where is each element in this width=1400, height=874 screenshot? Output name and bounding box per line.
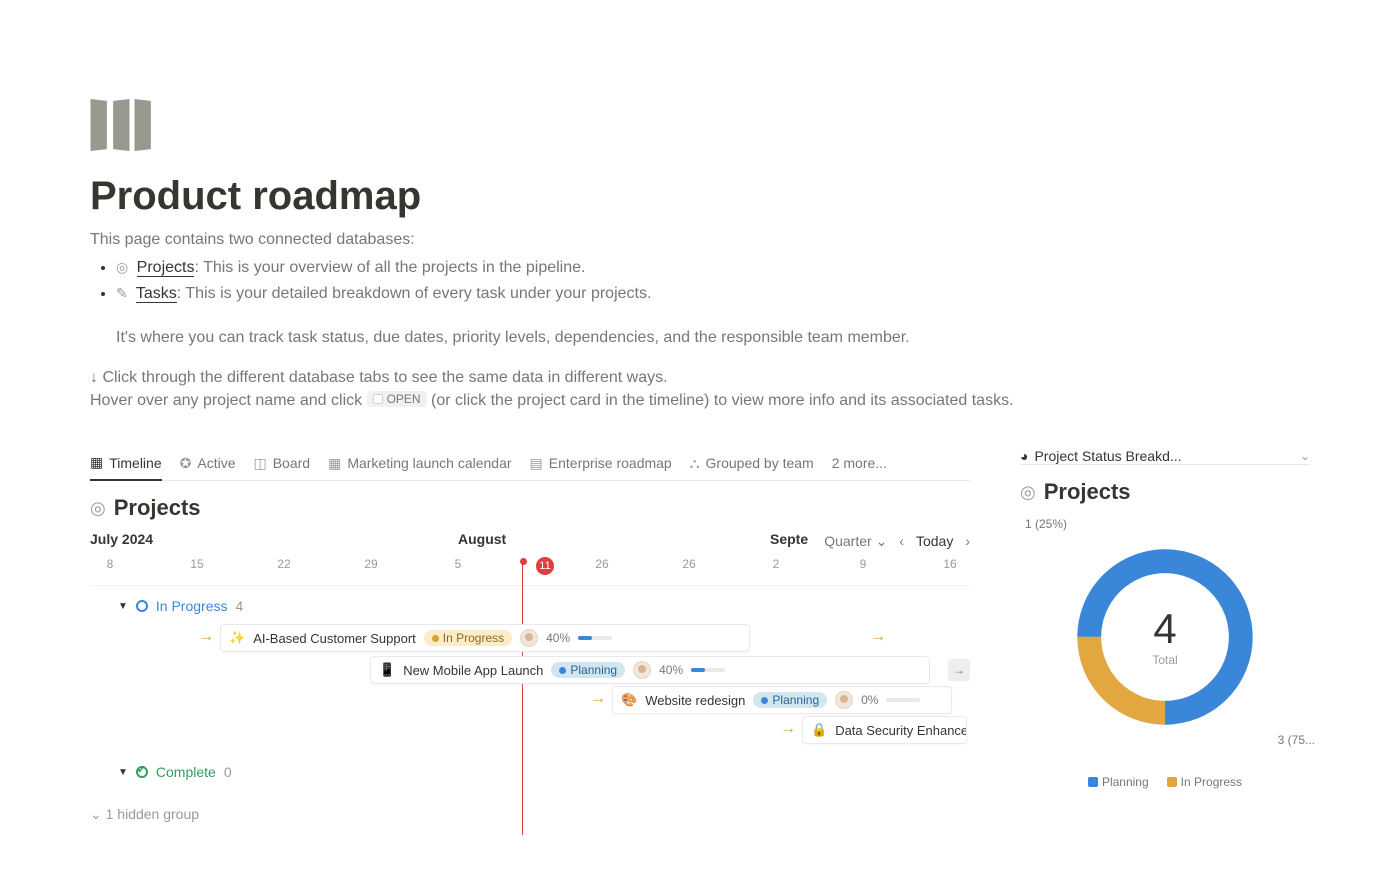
bullet-tasks-text: : This is your detailed breakdown of eve… bbox=[177, 285, 652, 302]
projects-heading: Projects bbox=[114, 495, 201, 521]
chevron-down-icon: ⌄ bbox=[90, 806, 102, 822]
tab-status-breakdown[interactable]: ◕ Project Status Breakd... bbox=[1020, 448, 1182, 464]
chevron-down-icon: ⌄ bbox=[876, 533, 888, 549]
tasks-link[interactable]: Tasks bbox=[136, 285, 177, 303]
status-pill: Planning bbox=[551, 662, 625, 678]
tab-more[interactable]: 2 more... bbox=[832, 449, 887, 479]
month-sept: Septe bbox=[770, 531, 808, 547]
tasks-icon: ✎ bbox=[116, 285, 128, 302]
view-tabs: ▦Timeline ✪Active ◫Board ▦Marketing laun… bbox=[90, 448, 970, 481]
board-icon: ◫ bbox=[253, 455, 266, 472]
project-bar-website-redesign[interactable]: 🎨 Website redesign Planning 0% bbox=[612, 686, 952, 714]
chart-legend: Planning In Progress bbox=[1020, 775, 1310, 789]
tab-marketing[interactable]: ▦Marketing launch calendar bbox=[328, 449, 511, 480]
status-circle-done-icon bbox=[136, 766, 148, 778]
caret-icon: ▼ bbox=[118, 767, 128, 778]
hidden-group-toggle[interactable]: ⌄ 1 hidden group bbox=[90, 788, 970, 823]
pie-icon: ◕ bbox=[1020, 448, 1028, 464]
bullet-tasks: ✎ Tasks: This is your detailed breakdown… bbox=[116, 285, 1310, 303]
prev-button[interactable]: ‹ bbox=[899, 533, 904, 549]
timeline-icon: ▦ bbox=[90, 454, 103, 471]
tab-active[interactable]: ✪Active bbox=[180, 449, 236, 480]
today-button[interactable]: Today bbox=[916, 533, 953, 549]
roadmap-icon: ▤ bbox=[530, 455, 543, 472]
chart-total-label: Total bbox=[1045, 653, 1285, 667]
status-circle-icon bbox=[136, 600, 148, 612]
dependency-arrow-icon: → bbox=[780, 720, 796, 738]
chevron-down-icon[interactable]: ⌄ bbox=[1300, 449, 1310, 463]
project-bar-ai-support[interactable]: ✨ AI-Based Customer Support In Progress … bbox=[220, 624, 750, 652]
timeline-body: ▼ In Progress 4 → ✨ AI-Based Customer Su… bbox=[90, 585, 970, 835]
avatar bbox=[835, 691, 853, 709]
timeline-days: 8 15 22 29 5 1119 26 26 2 9 16 bbox=[90, 551, 970, 585]
dependency-arrow-icon: → bbox=[590, 690, 606, 708]
target-icon: ◎ bbox=[116, 259, 128, 276]
project-bar-data-security[interactable]: 🔒 Data Security Enhancer bbox=[802, 716, 967, 744]
tab-enterprise[interactable]: ▤Enterprise roadmap bbox=[530, 449, 672, 480]
chart-total: 4 bbox=[1045, 605, 1285, 653]
calendar-icon: ▦ bbox=[328, 455, 341, 472]
progress-bar bbox=[691, 668, 725, 672]
today-marker: 11 bbox=[536, 557, 554, 575]
dependency-arrow-icon: → bbox=[870, 628, 886, 646]
caret-icon: ▼ bbox=[118, 601, 128, 612]
open-badge-icon bbox=[373, 394, 383, 404]
progress-bar bbox=[886, 698, 920, 702]
bullet-list: ◎ Projects: This is your overview of all… bbox=[90, 259, 1310, 303]
month-august: August bbox=[458, 531, 506, 547]
month-july: July 2024 bbox=[90, 531, 153, 547]
timeline-header: July 2024 August Septe Quarter ⌄ ‹ Today… bbox=[90, 531, 970, 551]
dependency-arrow-icon: → bbox=[198, 628, 214, 646]
hint2-pre: Hover over any project name and click bbox=[90, 392, 367, 409]
legend-planning: Planning bbox=[1088, 775, 1149, 789]
tab-board[interactable]: ◫Board bbox=[253, 449, 310, 480]
bullet-projects-text: : This is your overview of all the proje… bbox=[194, 259, 585, 276]
hint-line-1: ↓ Click through the different database t… bbox=[90, 369, 1310, 387]
lock-icon: 🔒 bbox=[811, 722, 827, 738]
status-pill: Planning bbox=[753, 692, 827, 708]
donut-chart: 1 (25%) 4 Total 3 (75... bbox=[1045, 517, 1285, 757]
team-icon: ⛬ bbox=[690, 455, 700, 472]
next-button[interactable]: › bbox=[965, 533, 970, 549]
scale-selector[interactable]: Quarter ⌄ bbox=[824, 533, 887, 550]
tab-grouped[interactable]: ⛬Grouped by team bbox=[690, 449, 814, 480]
star-icon: ✪ bbox=[180, 455, 192, 472]
target-icon: ◎ bbox=[1020, 482, 1036, 503]
hint-line-2: Hover over any project name and click OP… bbox=[90, 391, 1310, 410]
chart-label-2: 3 (75... bbox=[1278, 733, 1315, 747]
chart-label-1: 1 (25%) bbox=[1025, 517, 1067, 531]
tab-timeline[interactable]: ▦Timeline bbox=[90, 448, 162, 481]
tasks-extra-text: It's where you can track task status, du… bbox=[116, 329, 1310, 347]
projects-link[interactable]: Projects bbox=[137, 259, 195, 277]
hint2-post: (or click the project card in the timeli… bbox=[431, 392, 1013, 409]
legend-in-progress: In Progress bbox=[1167, 775, 1242, 789]
now-indicator bbox=[522, 558, 523, 835]
phone-icon: 📱 bbox=[379, 662, 395, 678]
palette-icon: 🎨 bbox=[621, 692, 637, 708]
intro-text: This page contains two connected databas… bbox=[90, 231, 1310, 249]
group-complete[interactable]: ▼ Complete 0 bbox=[90, 752, 970, 788]
page-icon bbox=[90, 100, 160, 150]
scroll-right-button[interactable]: → bbox=[948, 659, 970, 681]
target-icon: ◎ bbox=[90, 498, 106, 519]
avatar bbox=[520, 629, 538, 647]
bullet-projects: ◎ Projects: This is your overview of all… bbox=[116, 259, 1310, 277]
open-badge-label: OPEN bbox=[387, 392, 421, 406]
status-pill: In Progress bbox=[424, 630, 512, 646]
sparkles-icon: ✨ bbox=[229, 630, 245, 646]
group-in-progress[interactable]: ▼ In Progress 4 bbox=[90, 586, 970, 622]
projects-heading-right: Projects bbox=[1044, 479, 1131, 505]
avatar bbox=[633, 661, 651, 679]
page-title: Product roadmap bbox=[90, 174, 1310, 219]
project-bar-mobile-app[interactable]: 📱 New Mobile App Launch Planning 40% bbox=[370, 656, 930, 684]
progress-bar bbox=[578, 636, 612, 640]
open-badge: OPEN bbox=[367, 391, 427, 407]
